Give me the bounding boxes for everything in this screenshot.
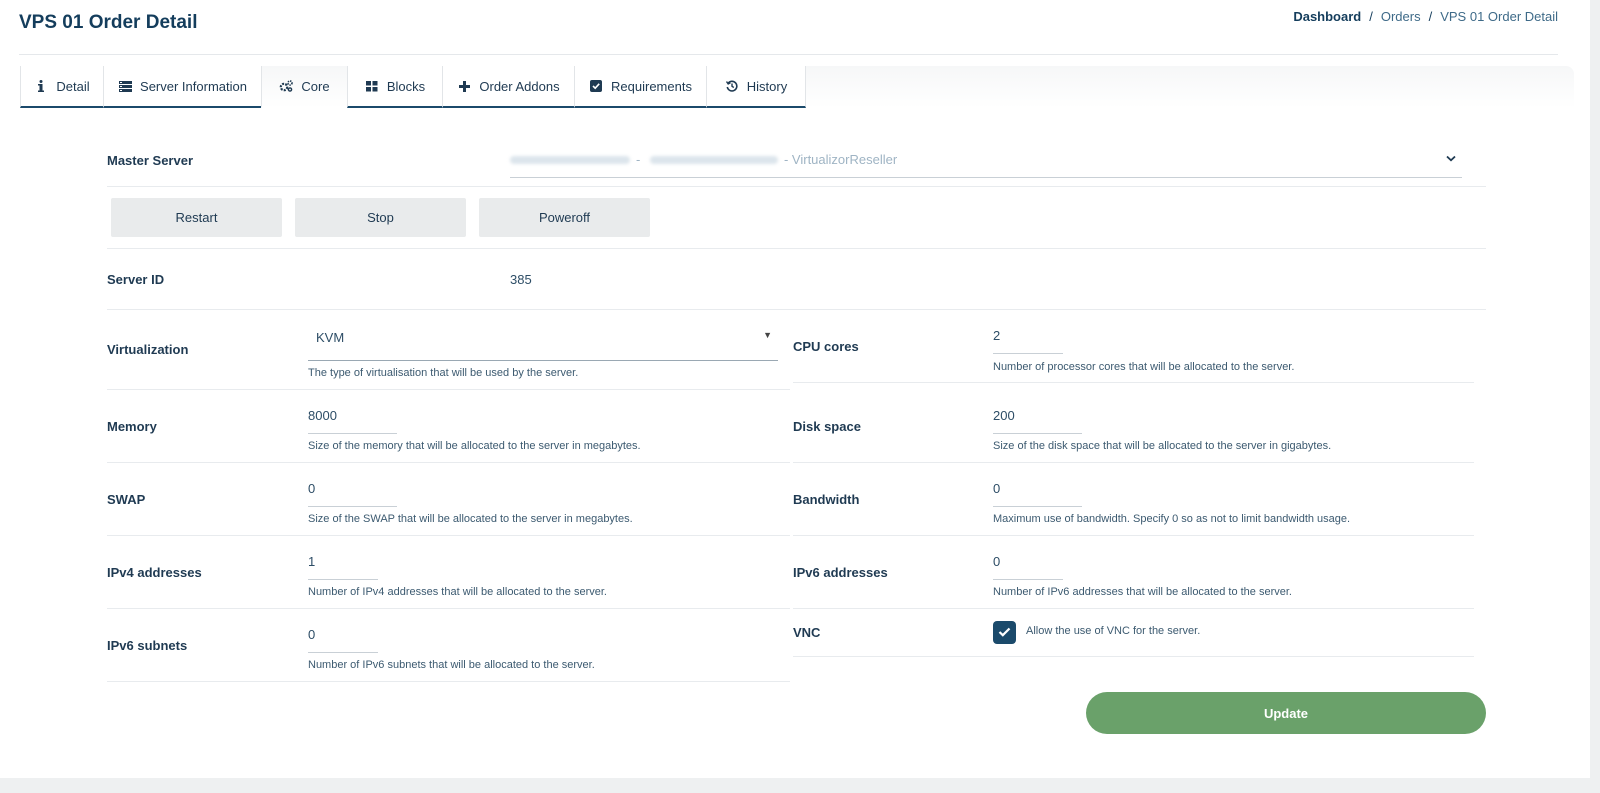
divider bbox=[107, 681, 790, 682]
vnc-label: VNC bbox=[793, 625, 821, 640]
master-server-separator: - bbox=[636, 152, 641, 167]
checkbox-icon bbox=[589, 79, 603, 93]
ipv6-label: IPv6 addresses bbox=[793, 565, 888, 580]
update-button[interactable]: Update bbox=[1086, 692, 1486, 734]
breadcrumb-dashboard-link[interactable]: Dashboard bbox=[1293, 9, 1361, 24]
divider bbox=[107, 248, 1486, 249]
divider bbox=[793, 535, 1474, 536]
ipv4-value: 1 bbox=[308, 554, 378, 580]
bandwidth-value: 0 bbox=[993, 481, 1082, 507]
server-id-value: 385 bbox=[510, 272, 532, 287]
swap-input[interactable]: 0 bbox=[308, 481, 397, 507]
divider bbox=[107, 389, 790, 390]
virtualization-help: The type of virtualisation that will be … bbox=[308, 367, 579, 379]
page-title: VPS 01 Order Detail bbox=[19, 12, 198, 33]
tab-label: Order Addons bbox=[479, 78, 560, 94]
cpu-cores-input[interactable]: 2 bbox=[993, 328, 1063, 354]
virtualization-label: Virtualization bbox=[107, 342, 189, 357]
tab-history[interactable]: History bbox=[706, 66, 806, 108]
tab-server-information[interactable]: Server Information bbox=[103, 66, 261, 108]
tab-bar: Detail Server Information Core Blocks Or… bbox=[20, 66, 1574, 108]
tab-core[interactable]: Core bbox=[261, 66, 347, 108]
breadcrumb-current: VPS 01 Order Detail bbox=[1440, 9, 1558, 24]
disk-space-help: Size of the disk space that will be allo… bbox=[993, 440, 1332, 452]
tab-order-addons[interactable]: Order Addons bbox=[442, 66, 574, 108]
ipv4-label: IPv4 addresses bbox=[107, 565, 202, 580]
tab-detail[interactable]: Detail bbox=[20, 66, 103, 108]
vnc-help: Allow the use of VNC for the server. bbox=[1026, 625, 1201, 637]
info-icon bbox=[34, 79, 48, 93]
breadcrumb: Dashboard / Orders / VPS 01 Order Detail bbox=[1293, 9, 1558, 24]
restart-button[interactable]: Restart bbox=[111, 198, 282, 237]
master-server-value: - VirtualizorReseller bbox=[783, 152, 898, 167]
memory-help: Size of the memory that will be allocate… bbox=[308, 440, 641, 452]
page: VPS 01 Order Detail Dashboard / Orders /… bbox=[0, 0, 1590, 778]
divider bbox=[107, 608, 790, 609]
breadcrumb-orders-link[interactable]: Orders bbox=[1381, 9, 1421, 24]
tab-requirements[interactable]: Requirements bbox=[574, 66, 706, 108]
divider bbox=[107, 462, 790, 463]
master-server-select[interactable]: - - VirtualizorReseller bbox=[510, 148, 1462, 178]
checkmark-icon bbox=[998, 624, 1011, 642]
ipv6-input[interactable]: 0 bbox=[993, 554, 1063, 580]
disk-space-label: Disk space bbox=[793, 419, 861, 434]
tab-label: Blocks bbox=[386, 78, 426, 94]
redacted-value bbox=[510, 156, 630, 165]
divider bbox=[107, 535, 790, 536]
divider bbox=[107, 186, 1486, 187]
tab-label: Detail bbox=[56, 78, 90, 94]
tab-label: Core bbox=[301, 78, 330, 94]
blocks-icon bbox=[365, 79, 379, 93]
chevron-down-icon bbox=[1446, 150, 1456, 165]
disk-space-input[interactable]: 200 bbox=[993, 408, 1082, 434]
virtualization-value: KVM bbox=[316, 330, 345, 345]
server-id-label: Server ID bbox=[107, 272, 165, 287]
ipv6-subnets-help: Number of IPv6 subnets that will be allo… bbox=[308, 659, 595, 671]
ipv6-subnets-label: IPv6 subnets bbox=[107, 638, 188, 653]
poweroff-button[interactable]: Poweroff bbox=[479, 198, 650, 237]
disk-space-value: 200 bbox=[993, 408, 1082, 434]
breadcrumb-separator: / bbox=[1369, 9, 1373, 24]
server-list-icon bbox=[118, 79, 132, 93]
divider bbox=[793, 656, 1474, 657]
divider bbox=[793, 382, 1474, 383]
memory-value: 8000 bbox=[308, 408, 397, 434]
bandwidth-input[interactable]: 0 bbox=[993, 481, 1082, 507]
ipv6-value: 0 bbox=[993, 554, 1063, 580]
ipv4-help: Number of IPv4 addresses that will be al… bbox=[308, 586, 607, 598]
cpu-cores-help: Number of processor cores that will be a… bbox=[993, 361, 1295, 373]
swap-value: 0 bbox=[308, 481, 397, 507]
memory-label: Memory bbox=[107, 419, 157, 434]
caret-down-icon: ▼ bbox=[763, 330, 772, 340]
swap-label: SWAP bbox=[107, 492, 146, 507]
tab-label: Server Information bbox=[140, 78, 247, 94]
cpu-cores-value: 2 bbox=[993, 328, 1063, 354]
cpu-cores-label: CPU cores bbox=[793, 339, 859, 354]
ipv6-subnets-input[interactable]: 0 bbox=[308, 627, 378, 653]
history-icon bbox=[725, 79, 739, 93]
divider bbox=[793, 462, 1474, 463]
ipv6-subnets-value: 0 bbox=[308, 627, 378, 653]
stop-button[interactable]: Stop bbox=[295, 198, 466, 237]
bandwidth-help: Maximum use of bandwidth. Specify 0 so a… bbox=[993, 513, 1351, 525]
tab-label: History bbox=[746, 78, 788, 94]
header-divider bbox=[19, 54, 1558, 55]
plus-icon bbox=[457, 79, 471, 93]
memory-input[interactable]: 8000 bbox=[308, 408, 397, 434]
vnc-checkbox[interactable] bbox=[993, 621, 1016, 644]
virtualization-select[interactable]: KVM ▼ bbox=[308, 330, 778, 361]
bandwidth-label: Bandwidth bbox=[793, 492, 860, 507]
breadcrumb-separator: / bbox=[1428, 9, 1433, 24]
master-server-label: Master Server bbox=[107, 153, 193, 168]
swap-help: Size of the SWAP that will be allocated … bbox=[308, 513, 633, 525]
cogs-icon bbox=[279, 79, 294, 93]
ipv6-help: Number of IPv6 addresses that will be al… bbox=[993, 586, 1292, 598]
redacted-value bbox=[649, 156, 778, 165]
divider bbox=[793, 608, 1474, 609]
tab-label: Requirements bbox=[611, 78, 692, 94]
ipv4-input[interactable]: 1 bbox=[308, 554, 378, 580]
tab-blocks[interactable]: Blocks bbox=[347, 66, 442, 108]
divider bbox=[107, 309, 1486, 310]
